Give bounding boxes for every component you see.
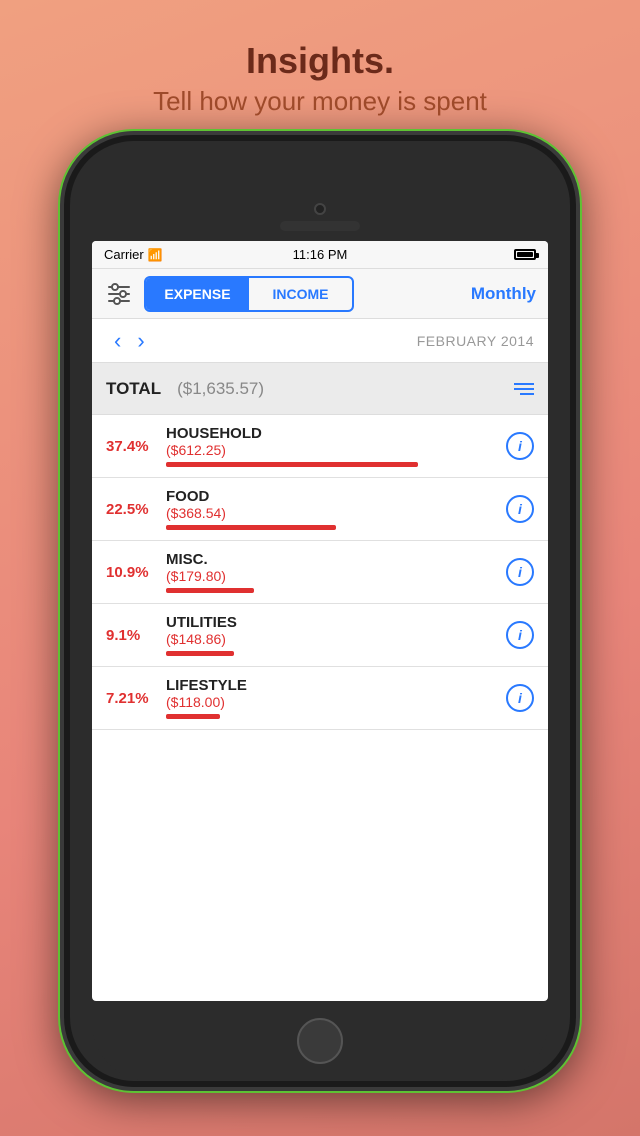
cat-info: MISC. ($179.80) — [166, 551, 506, 593]
cat-amount: ($179.80) — [166, 568, 506, 584]
cat-amount: ($148.86) — [166, 631, 506, 647]
cat-bar-wrapper — [166, 588, 506, 593]
list-sort-icon[interactable] — [514, 383, 534, 395]
status-bar: Carrier 📶 11:16 PM — [92, 241, 548, 269]
cat-bar-wrapper — [166, 651, 506, 656]
nav-bar: ‹ › FEBRUARY 2014 — [92, 319, 548, 363]
cat-bar — [166, 714, 220, 719]
info-button[interactable]: i — [506, 684, 534, 712]
category-row: 7.21% LIFESTYLE ($118.00) i — [92, 667, 548, 730]
battery-fill — [517, 252, 533, 257]
total-amount: ($1,635.57) — [177, 379, 264, 399]
cat-amount: ($612.25) — [166, 442, 506, 458]
app-title: Insights. — [153, 40, 487, 82]
info-button[interactable]: i — [506, 621, 534, 649]
cat-percentage: 22.5% — [106, 501, 158, 518]
total-label: TOTAL — [106, 379, 161, 399]
status-right — [514, 249, 536, 260]
prev-arrow[interactable]: ‹ — [106, 328, 129, 354]
settings-icon[interactable] — [104, 279, 134, 309]
info-button[interactable]: i — [506, 432, 534, 460]
segment-control[interactable]: EXPENSE INCOME — [144, 276, 354, 312]
cat-name: MISC. — [166, 551, 506, 568]
battery-icon — [514, 249, 536, 260]
phone-screen: Carrier 📶 11:16 PM — [92, 241, 548, 1001]
cat-percentage: 37.4% — [106, 438, 158, 455]
cat-percentage: 9.1% — [106, 627, 158, 644]
cat-name: HOUSEHOLD — [166, 425, 506, 442]
cat-name: UTILITIES — [166, 614, 506, 631]
cat-bar — [166, 588, 254, 593]
cat-name: FOOD — [166, 488, 506, 505]
category-row: 22.5% FOOD ($368.54) i — [92, 478, 548, 541]
app-header: Insights. Tell how your money is spent — [153, 0, 487, 117]
cat-bar — [166, 651, 234, 656]
category-row: 37.4% HOUSEHOLD ($612.25) i — [92, 415, 548, 478]
phone-top-area — [92, 141, 548, 241]
cat-info: FOOD ($368.54) — [166, 488, 506, 530]
status-time: 11:16 PM — [293, 247, 348, 262]
cat-percentage: 10.9% — [106, 564, 158, 581]
cat-bar — [166, 462, 418, 467]
nav-date: FEBRUARY 2014 — [417, 333, 534, 349]
category-row: 9.1% UTILITIES ($148.86) i — [92, 604, 548, 667]
cat-info: UTILITIES ($148.86) — [166, 614, 506, 656]
carrier-label: Carrier — [104, 247, 144, 262]
phone-shell: Carrier 📶 11:16 PM — [70, 141, 570, 1081]
income-tab[interactable]: INCOME — [249, 278, 352, 310]
cat-percentage: 7.21% — [106, 690, 158, 707]
status-left: Carrier 📶 — [104, 247, 163, 262]
cat-amount: ($368.54) — [166, 505, 506, 521]
categories-list: 37.4% HOUSEHOLD ($612.25) i 22.5% FOOD (… — [92, 415, 548, 730]
cat-bar-wrapper — [166, 714, 506, 719]
wifi-icon: 📶 — [148, 248, 163, 262]
cat-amount: ($118.00) — [166, 694, 506, 710]
category-row: 10.9% MISC. ($179.80) i — [92, 541, 548, 604]
cat-bar-wrapper — [166, 525, 506, 530]
expense-tab[interactable]: EXPENSE — [146, 278, 249, 310]
cat-bar — [166, 525, 336, 530]
home-button[interactable] — [297, 1018, 343, 1064]
monthly-button[interactable]: Monthly — [471, 284, 536, 304]
cat-name: LIFESTYLE — [166, 677, 506, 694]
phone-frame: Carrier 📶 11:16 PM — [70, 141, 570, 1081]
total-row: TOTAL ($1,635.57) — [92, 363, 548, 415]
cat-info: LIFESTYLE ($118.00) — [166, 677, 506, 719]
toolbar: EXPENSE INCOME Monthly — [92, 269, 548, 319]
phone-bottom-bar — [92, 1001, 548, 1081]
phone-speaker — [280, 221, 360, 231]
app-subtitle: Tell how your money is spent — [153, 86, 487, 117]
cat-bar-wrapper — [166, 462, 506, 467]
cat-info: HOUSEHOLD ($612.25) — [166, 425, 506, 467]
next-arrow[interactable]: › — [129, 328, 152, 354]
phone-camera — [314, 203, 326, 215]
info-button[interactable]: i — [506, 558, 534, 586]
info-button[interactable]: i — [506, 495, 534, 523]
